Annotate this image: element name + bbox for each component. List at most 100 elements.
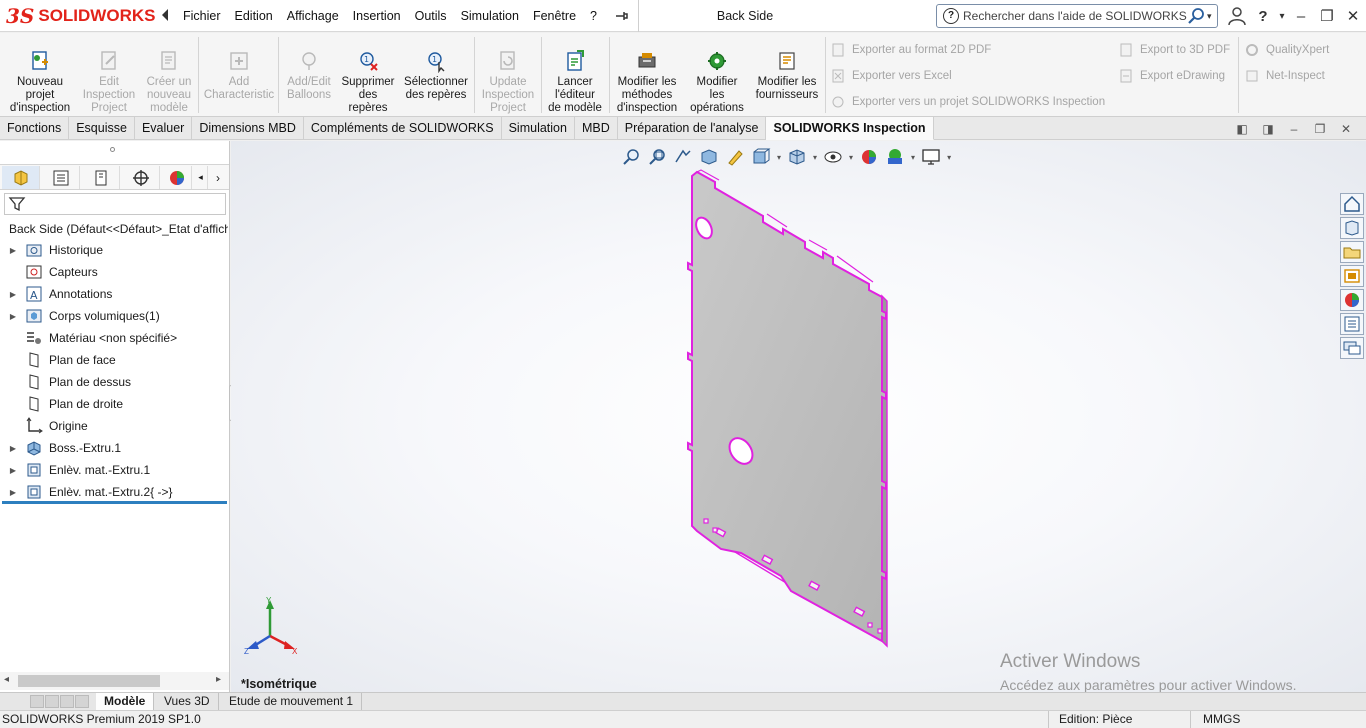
appearances-icon[interactable]: [1340, 289, 1364, 311]
zoom-to-area-icon[interactable]: [647, 147, 667, 167]
tree-item-annotations[interactable]: ▶ A Annotations: [0, 283, 229, 305]
new-inspection-project-button[interactable]: Nouveau projet d'inspection: [6, 35, 74, 115]
expand-arrow-icon[interactable]: ▶: [7, 466, 19, 475]
doc-close-icon[interactable]: ✕: [1338, 122, 1354, 136]
next-tab-icon[interactable]: [60, 695, 74, 708]
tab-evaluer[interactable]: Evaluer: [135, 117, 193, 140]
scroll-left-icon[interactable]: ◂: [4, 674, 9, 685]
doc-restore-icon[interactable]: ❐: [1312, 122, 1328, 136]
tile-right-icon[interactable]: ◨: [1260, 122, 1276, 136]
tile-left-icon[interactable]: ◧: [1234, 122, 1250, 136]
expand-arrow-icon[interactable]: ▶: [7, 246, 19, 255]
tab-dimensions-mbd[interactable]: Dimensions MBD: [192, 117, 304, 140]
menu-outils[interactable]: Outils: [408, 0, 454, 32]
doc-minimize-icon[interactable]: –: [1286, 122, 1302, 136]
tree-item-plan-droite[interactable]: Plan de droite: [0, 393, 229, 415]
tree-item-capteurs[interactable]: Capteurs: [0, 261, 229, 283]
tab-simulation[interactable]: Simulation: [502, 117, 575, 140]
view-settings-icon[interactable]: [921, 147, 941, 167]
launch-template-editor-button[interactable]: Lancer l'éditeur de modèle: [544, 35, 606, 115]
tree-item-enlev-mat-extru-2[interactable]: ▶ Enlèv. mat.-Extru.2{ ->}: [0, 481, 229, 503]
tab-etude-mouvement-1[interactable]: Etude de mouvement 1: [221, 693, 363, 711]
edit-inspection-methods-button[interactable]: Modifier les méthodes d'inspection: [612, 35, 682, 115]
tree-filter-box[interactable]: [4, 193, 226, 215]
pin-menu-icon[interactable]: [614, 8, 630, 24]
menu-affichage[interactable]: Affichage: [280, 0, 346, 32]
delete-balloons-button[interactable]: 1 Supprimer des repères: [338, 35, 398, 115]
custom-properties-icon[interactable]: [1340, 313, 1364, 335]
tab-esquisse[interactable]: Esquisse: [69, 117, 135, 140]
expand-arrow-icon[interactable]: ▶: [7, 444, 19, 453]
propertymanager-tab[interactable]: [42, 166, 80, 189]
close-window-icon[interactable]: ✕: [1342, 5, 1364, 27]
menu-insertion[interactable]: Insertion: [346, 0, 408, 32]
menu-edition[interactable]: Edition: [228, 0, 280, 32]
tab-fonctions[interactable]: Fonctions: [0, 117, 70, 140]
panel-split-handle[interactable]: [110, 147, 115, 152]
export-excel-button[interactable]: Exporter vers Excel: [830, 67, 952, 85]
edit-vendors-button[interactable]: Modifier les fournisseurs: [752, 35, 822, 115]
menu-help[interactable]: ?: [583, 0, 604, 32]
first-tab-icon[interactable]: [30, 695, 44, 708]
tree-item-enlev-mat-extru-1[interactable]: ▶ Enlèv. mat.-Extru.1: [0, 459, 229, 481]
displaymanager-tab[interactable]: [162, 166, 192, 189]
forum-icon[interactable]: [1340, 337, 1364, 359]
design-library-icon[interactable]: [1340, 217, 1364, 239]
menu-collapse-arrow-icon[interactable]: [160, 8, 170, 22]
add-characteristic-button[interactable]: Add Characteristic: [202, 35, 276, 115]
featuremanager-tab[interactable]: [2, 166, 40, 189]
search-dropdown-icon[interactable]: ▾: [1207, 11, 1217, 22]
menu-simulation[interactable]: Simulation: [454, 0, 526, 32]
qualityxpert-button[interactable]: QualityXpert: [1244, 41, 1329, 59]
expand-arrow-icon[interactable]: ▶: [7, 312, 19, 321]
edit-inspection-project-button[interactable]: Edit Inspection Project: [78, 35, 140, 115]
minimize-window-icon[interactable]: –: [1290, 5, 1312, 27]
apply-scene-dropdown-icon[interactable]: ▾: [911, 153, 915, 162]
tree-item-materiau[interactable]: Matériau <non spécifié>: [0, 327, 229, 349]
prev-tab-icon[interactable]: [45, 695, 59, 708]
add-edit-balloons-button[interactable]: Add/Edit Balloons: [282, 35, 336, 115]
export-inspection-project-button[interactable]: Exporter vers un projet SOLIDWORKS Inspe…: [830, 93, 1105, 111]
graphics-area[interactable]: ▾ ▾ ▾ ▾ ▾ Y X Z *Isométrique Activer Win…: [231, 141, 1366, 692]
menu-fenetre[interactable]: Fenêtre: [526, 0, 583, 32]
edit-operations-button[interactable]: Modifier les opérations: [686, 35, 748, 115]
part-back-side-model[interactable]: [671, 161, 911, 651]
export-2d-pdf-button[interactable]: Exporter au format 2D PDF: [830, 41, 991, 59]
file-explorer-icon[interactable]: [1340, 241, 1364, 263]
tree-horizontal-scrollbar[interactable]: ◂ ▸: [0, 672, 229, 690]
tabs-scroll-right-icon[interactable]: ›: [208, 166, 228, 189]
expand-arrow-icon[interactable]: ▶: [7, 488, 19, 497]
scroll-thumb[interactable]: [18, 675, 160, 687]
export-3d-pdf-button[interactable]: Export to 3D PDF: [1118, 41, 1230, 59]
tab-mbd[interactable]: MBD: [575, 117, 618, 140]
tab-preparation-analyse[interactable]: Préparation de l'analyse: [618, 117, 767, 140]
tree-root-part[interactable]: Back Side (Défaut<<Défaut>_Etat d'affich…: [4, 219, 228, 239]
tab-modele[interactable]: Modèle: [96, 693, 155, 711]
user-icon[interactable]: [1226, 5, 1248, 27]
tab-vues-3d[interactable]: Vues 3D: [156, 693, 219, 711]
solidworks-resources-icon[interactable]: [1340, 193, 1364, 215]
tab-solidworks-inspection[interactable]: SOLIDWORKS Inspection: [766, 117, 934, 140]
tab-navigation-arrows[interactable]: [30, 695, 90, 708]
dimxpertmanager-tab[interactable]: [122, 166, 160, 189]
solidworks-logo[interactable]: 3S SOLIDWORKS: [6, 2, 156, 30]
select-balloons-button[interactable]: 1 Sélectionner des repères: [400, 35, 472, 115]
search-icon[interactable]: [1187, 7, 1205, 25]
net-inspect-button[interactable]: Net-Inspect: [1244, 67, 1325, 85]
tab-complements[interactable]: Compléments de SOLIDWORKS: [304, 117, 502, 140]
help-dropdown-icon[interactable]: ▾: [1278, 5, 1286, 27]
restore-window-icon[interactable]: ❐: [1316, 5, 1338, 27]
help-search-box[interactable]: ? Rechercher dans l'aide de SOLIDWORKS ▾: [936, 4, 1218, 28]
tree-item-historique[interactable]: ▶ Historique: [0, 239, 229, 261]
scroll-right-icon[interactable]: ▸: [216, 674, 221, 685]
unit-system-selector[interactable]: MMGS: [1190, 711, 1360, 728]
help-menu-icon[interactable]: ?: [1252, 5, 1274, 27]
view-settings-dropdown-icon[interactable]: ▾: [947, 153, 951, 162]
tabs-scroll-left-icon[interactable]: ◂: [194, 166, 208, 189]
tree-item-corps-volumiques[interactable]: ▶ Corps volumiques(1): [0, 305, 229, 327]
rollback-bar[interactable]: [2, 501, 227, 504]
create-new-template-button[interactable]: Créer un nouveau modèle: [142, 35, 196, 115]
tree-item-plan-face[interactable]: Plan de face: [0, 349, 229, 371]
tree-item-plan-dessus[interactable]: Plan de dessus: [0, 371, 229, 393]
last-tab-icon[interactable]: [75, 695, 89, 708]
